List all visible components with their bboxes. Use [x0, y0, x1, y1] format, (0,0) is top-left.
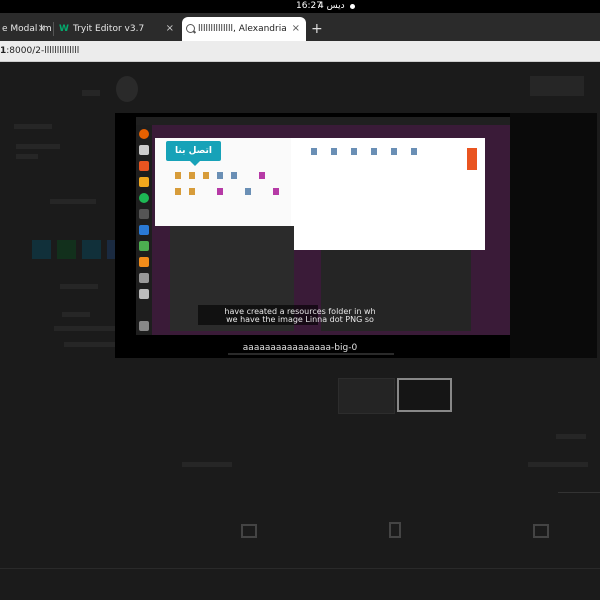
- file-icon: [351, 148, 357, 155]
- file-icon: [273, 188, 279, 195]
- close-icon[interactable]: ×: [166, 17, 174, 41]
- vscode-icon: [139, 225, 149, 235]
- share-button[interactable]: [82, 240, 101, 259]
- tab-separator: [53, 22, 54, 36]
- ghost-text-block: [182, 462, 232, 467]
- video-dock: [136, 125, 152, 335]
- tab-modal-image[interactable]: e Modal Ima ×: [0, 17, 52, 41]
- tab-active-page[interactable]: llllllllllllll, Alexandria ×: [182, 17, 306, 41]
- file-icon: [231, 172, 237, 179]
- app-icon: [139, 241, 149, 251]
- caption-underline: [228, 353, 394, 355]
- ghost-text-block: [16, 154, 38, 159]
- folder-icon: [175, 172, 181, 179]
- software-icon: [139, 161, 149, 171]
- tab-label: Tryit Editor v3.7: [72, 24, 145, 34]
- gallery-thumbnail-active[interactable]: [397, 378, 452, 412]
- folder-icon: [203, 172, 209, 179]
- file-icon: [311, 148, 317, 155]
- date[interactable]: 4 ديس: [318, 0, 345, 13]
- url-rest: :8000/2-llllllllllllll: [6, 46, 80, 56]
- video-desktop-topbar: [136, 117, 510, 125]
- file-icon: [217, 188, 223, 195]
- ghost-text-block: [82, 90, 100, 96]
- file-icon: [371, 148, 377, 155]
- terminal-icon: [139, 209, 149, 219]
- tryit-w-icon: W: [59, 24, 69, 34]
- close-icon[interactable]: ×: [38, 17, 46, 41]
- ghost-text-block: [14, 124, 52, 129]
- file-icon: [391, 148, 397, 155]
- spotify-icon: [139, 193, 149, 203]
- divider: [0, 568, 600, 569]
- video-file-manager-right: [291, 138, 485, 250]
- file-icon: [411, 148, 417, 155]
- file-icon: [245, 188, 251, 195]
- file-icon: [217, 172, 223, 179]
- vlc-icon: [139, 257, 149, 267]
- tooltip-arrow: [190, 161, 200, 166]
- ghost-text-block: [528, 462, 588, 467]
- ghost-text-block: [54, 326, 118, 331]
- ghost-text-block: [16, 144, 60, 149]
- file-icon: [467, 148, 477, 170]
- folder-icon: [189, 172, 195, 179]
- tab-tryit-editor[interactable]: W Tryit Editor v3.7 ×: [55, 17, 180, 41]
- tab-label: llllllllllllll, Alexandria: [198, 24, 287, 34]
- flag-icon[interactable]: [241, 524, 257, 538]
- firefox-icon: [139, 129, 149, 139]
- ghost-panel: [530, 76, 584, 96]
- app-icon: [139, 273, 149, 283]
- share-button[interactable]: [57, 240, 76, 259]
- new-tab-button[interactable]: +: [311, 17, 323, 41]
- system-top-bar: 16:27 4 ديس: [0, 0, 600, 13]
- contact-us-button[interactable]: اتصل بنا: [166, 141, 221, 161]
- gallery-thumbnail[interactable]: [338, 378, 395, 414]
- ghost-text-block: [556, 434, 586, 439]
- file-icon: [331, 148, 337, 155]
- ghost-text-block: [60, 284, 98, 289]
- divider: [558, 492, 600, 493]
- wifi-dot-icon: [350, 4, 355, 9]
- video-subtitle-line: we have the image Linna dot PNG so: [226, 315, 374, 324]
- app-icon: [139, 177, 149, 187]
- ghost-text-block: [50, 199, 96, 204]
- address-bar[interactable]: 1:8000/2-llllllllllllll: [0, 41, 600, 62]
- browser-tab-strip: e Modal Ima × W Tryit Editor v3.7 × lllll…: [0, 13, 600, 41]
- url-field[interactable]: 1:8000/2-llllllllllllll: [0, 41, 600, 61]
- folder-icon: [189, 188, 195, 195]
- bookmark-icon[interactable]: [389, 522, 401, 538]
- modal-caption: aaaaaaaaaaaaaaaa-big-0: [242, 343, 358, 353]
- search-icon: [186, 24, 195, 33]
- file-icon: [259, 172, 265, 179]
- avatar: [116, 76, 138, 102]
- folder-icon: [175, 188, 181, 195]
- app-icon: [139, 289, 149, 299]
- share-button[interactable]: [32, 240, 51, 259]
- close-icon[interactable]: ×: [292, 17, 300, 41]
- files-icon: [139, 145, 149, 155]
- mail-icon[interactable]: [533, 524, 549, 538]
